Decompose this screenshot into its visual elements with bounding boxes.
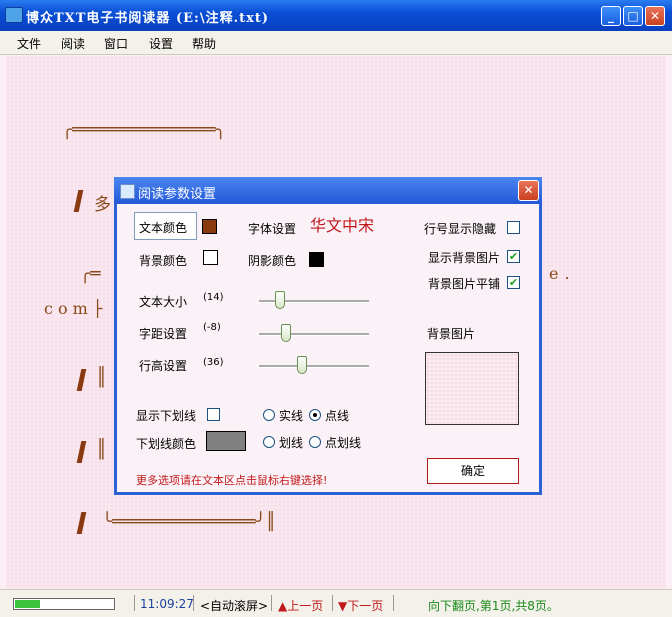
line-number-label: 行号显示隐藏 xyxy=(424,222,497,236)
font-size-value: (14) xyxy=(203,292,224,303)
tile-bg-checkbox[interactable]: ✔ xyxy=(507,276,520,289)
book-text-bar xyxy=(76,369,87,391)
shadow-color-swatch[interactable] xyxy=(309,252,324,267)
line-height-value: (36) xyxy=(203,357,224,368)
page-info: 向下翻页,第1页,共8页。 xyxy=(428,599,559,613)
title-bar: 博众TXT电子书阅读器 (E:\注释.txt) _ □ ✕ xyxy=(0,0,672,31)
dash-line-label: 划线 xyxy=(279,436,304,450)
book-text-line: ║ xyxy=(96,439,107,460)
bg-color-swatch[interactable] xyxy=(203,250,218,265)
menu-file[interactable]: 文件 xyxy=(17,35,41,52)
solid-line-label: 实线 xyxy=(279,409,304,423)
menu-help[interactable]: 帮助 xyxy=(192,35,216,52)
next-page-button[interactable]: ▼下一页 xyxy=(338,597,383,614)
text-color-label: 文本颜色 xyxy=(139,221,188,235)
underline-checkbox[interactable] xyxy=(207,408,220,421)
font-size-slider-thumb[interactable] xyxy=(275,291,285,309)
font-size-label: 文本大小 xyxy=(139,295,188,309)
underline-color-swatch[interactable] xyxy=(206,431,246,451)
dialog-app-icon xyxy=(120,184,135,199)
book-text-line: ║ xyxy=(96,367,107,388)
book-text-line: ╰══════════════╯║ xyxy=(102,512,276,532)
font-name-value: 华文中宋 xyxy=(310,216,375,235)
text-color-button[interactable]: 文本颜色 xyxy=(134,212,197,240)
book-text-line: ╭═ xyxy=(80,264,101,284)
book-text-bar xyxy=(76,441,87,463)
shadow-color-label: 阴影颜色 xyxy=(248,254,297,268)
reading-settings-dialog: 阅读参数设置 ✕ 文本颜色 字体设置 华文中宋 行号显示隐藏 背景颜色 阴影颜色… xyxy=(114,177,542,495)
font-settings-label[interactable]: 字体设置 xyxy=(248,220,296,237)
dialog-close-button[interactable]: ✕ xyxy=(518,180,539,201)
status-separator xyxy=(193,595,194,611)
book-text-bar xyxy=(73,190,84,212)
status-separator xyxy=(393,595,394,611)
underline-label: 显示下划线 xyxy=(136,409,197,423)
close-button[interactable]: ✕ xyxy=(645,6,665,26)
char-spacing-label: 字距设置 xyxy=(139,327,188,341)
dash-dot-line-label: 点划线 xyxy=(325,436,362,450)
dotted-line-radio[interactable] xyxy=(309,409,321,421)
hint-text: 更多选项请在文本区点击鼠标右键选择! xyxy=(136,474,328,487)
status-separator xyxy=(134,595,135,611)
dialog-title-bar: 阅读参数设置 ✕ xyxy=(114,177,542,204)
menu-settings[interactable]: 设置 xyxy=(149,35,173,52)
show-bg-image-checkbox[interactable]: ✔ xyxy=(507,250,520,263)
bg-image-preview[interactable] xyxy=(425,352,519,425)
bg-image-label: 背景图片 xyxy=(427,327,476,341)
book-text-line: ╭══════════════╮ xyxy=(62,120,226,140)
line-height-label: 行高设置 xyxy=(139,359,188,373)
menu-read[interactable]: 阅读 xyxy=(61,35,85,52)
prev-page-button[interactable]: ▲上一页 xyxy=(278,597,323,614)
ok-button-label: 确定 xyxy=(460,464,485,478)
char-spacing-value: (-8) xyxy=(203,322,221,333)
status-time: 11:09:27 xyxy=(140,597,194,611)
menu-bar: 文件 阅读 窗口 设置 帮助 xyxy=(0,31,672,55)
status-bar: 11:09:27 <自动滚屏> ▲上一页 ▼下一页 向下翻页,第1页,共8页。 xyxy=(0,589,672,617)
char-spacing-slider-track[interactable] xyxy=(259,333,369,336)
solid-line-radio[interactable] xyxy=(263,409,275,421)
dash-dot-line-radio[interactable] xyxy=(309,436,321,448)
show-bg-image-label: 显示背景图片 xyxy=(428,251,501,265)
book-text-line: 多 xyxy=(94,195,111,215)
dash-line-radio[interactable] xyxy=(263,436,275,448)
bg-color-label: 背景颜色 xyxy=(139,254,188,268)
dialog-title: 阅读参数设置 xyxy=(138,187,217,202)
status-separator xyxy=(271,595,272,611)
dotted-line-label: 点线 xyxy=(325,409,350,423)
ok-button[interactable]: 确定 xyxy=(427,458,519,484)
char-spacing-slider-thumb[interactable] xyxy=(281,324,291,342)
status-separator xyxy=(332,595,333,611)
window-title: 博众TXT电子书阅读器 (E:\注释.txt) xyxy=(26,11,270,26)
line-height-slider-track[interactable] xyxy=(259,365,369,368)
tile-bg-label: 背景图片平铺 xyxy=(428,277,501,291)
app-book-icon xyxy=(5,7,23,23)
reading-progress-bar xyxy=(13,598,115,610)
book-text-bar xyxy=(76,512,87,534)
menu-window[interactable]: 窗口 xyxy=(104,35,128,52)
reading-progress-fill xyxy=(15,600,40,608)
line-height-slider-thumb[interactable] xyxy=(297,356,307,374)
book-text-line: com├ xyxy=(44,299,108,318)
line-number-checkbox[interactable] xyxy=(507,221,520,234)
auto-scroll-button[interactable]: <自动滚屏> xyxy=(200,597,268,614)
maximize-button[interactable]: □ xyxy=(623,6,643,26)
minimize-button[interactable]: _ xyxy=(601,6,621,26)
underline-color-label: 下划线颜色 xyxy=(136,437,197,451)
book-text-line: e. xyxy=(549,264,576,283)
text-color-swatch[interactable] xyxy=(202,219,217,234)
